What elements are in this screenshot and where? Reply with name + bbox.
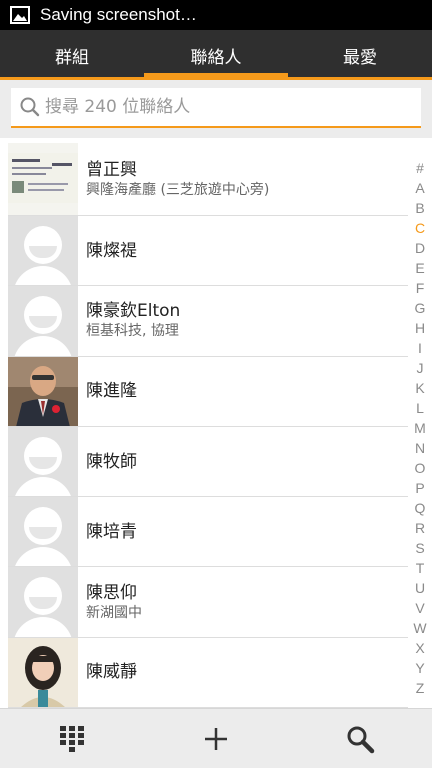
- search-icon: [20, 97, 40, 117]
- index-letter[interactable]: D: [415, 238, 425, 258]
- index-letter[interactable]: S: [415, 538, 424, 558]
- tab-contacts[interactable]: 聯絡人: [144, 30, 288, 80]
- index-letter[interactable]: H: [415, 318, 425, 338]
- tab-label: 群組: [55, 47, 89, 68]
- contact-row[interactable]: 陳燦禔: [8, 216, 408, 287]
- woman-photo: [8, 637, 78, 708]
- index-letter[interactable]: Q: [415, 498, 426, 518]
- tab-label: 最愛: [343, 47, 377, 68]
- index-letter[interactable]: V: [415, 598, 424, 618]
- index-letter[interactable]: E: [415, 258, 424, 278]
- contact-row[interactable]: 陳威靜: [8, 637, 408, 708]
- index-letter[interactable]: M: [414, 418, 426, 438]
- search-box[interactable]: [11, 88, 421, 128]
- index-letter[interactable]: T: [416, 558, 425, 578]
- contact-row[interactable]: 陳牧師: [8, 426, 408, 498]
- contact-row[interactable]: 曾正興 興隆海產廳 (三芝旅遊中心旁): [8, 143, 408, 216]
- index-letter[interactable]: P: [415, 478, 424, 498]
- person-body-icon: [13, 617, 73, 637]
- notification-text: Saving screenshot…: [40, 5, 197, 24]
- contact-subtitle: 興隆海產廳 (三芝旅遊中心旁): [86, 181, 270, 198]
- contact-row[interactable]: 陳思仰 新湖國中: [8, 567, 408, 638]
- tab-favorites[interactable]: 最愛: [288, 30, 432, 80]
- index-letter[interactable]: A: [415, 178, 424, 198]
- person-head-icon: [24, 577, 62, 616]
- contact-name: 陳進隆: [86, 381, 137, 402]
- person-body-icon: [13, 476, 73, 497]
- person-head-icon: [24, 507, 62, 546]
- business-card-avatar: [8, 143, 78, 215]
- index-letter[interactable]: B: [415, 198, 424, 218]
- dialpad-button[interactable]: [0, 709, 144, 768]
- status-bar: Saving screenshot…: [0, 0, 432, 30]
- index-letter[interactable]: G: [415, 298, 426, 318]
- add-icon: [205, 727, 227, 750]
- man-in-suit-photo: [8, 356, 78, 426]
- alphabet-index[interactable]: # A B C D E F G H I J K L M N O P Q R S …: [408, 158, 432, 698]
- contact-name: 陳牧師: [86, 451, 137, 472]
- index-letter-highlighted[interactable]: C: [415, 218, 425, 238]
- index-letter[interactable]: J: [417, 358, 424, 378]
- index-letter[interactable]: #: [416, 158, 424, 178]
- index-letter[interactable]: Z: [416, 678, 425, 698]
- index-letter[interactable]: O: [415, 458, 426, 478]
- index-letter[interactable]: Y: [415, 658, 424, 678]
- contact-name: 曾正興: [86, 159, 137, 180]
- contact-name: 陳豪欽Elton: [86, 301, 181, 322]
- bottom-action-bar: [0, 708, 432, 768]
- person-head-icon: [24, 226, 62, 264]
- image-icon: [10, 6, 30, 24]
- index-letter[interactable]: K: [415, 378, 424, 398]
- business-card-photo: [8, 153, 78, 203]
- add-contact-button[interactable]: [144, 709, 288, 768]
- person-head-icon: [24, 436, 62, 475]
- person-body-icon: [13, 266, 73, 286]
- search-input[interactable]: [45, 97, 405, 117]
- index-letter[interactable]: W: [413, 618, 426, 638]
- contact-subtitle: 桓基科技, 協理: [86, 323, 179, 340]
- person-head-icon: [24, 296, 62, 335]
- tab-bar: 群組 聯絡人 最愛: [0, 30, 432, 80]
- default-avatar: [8, 497, 78, 567]
- index-letter[interactable]: R: [415, 518, 425, 538]
- photo-avatar: [8, 356, 78, 426]
- index-letter[interactable]: X: [415, 638, 424, 658]
- contact-name: 陳培青: [86, 521, 137, 542]
- contact-list[interactable]: 曾正興 興隆海產廳 (三芝旅遊中心旁) 陳燦禔 陳豪欽Elton 桓基科技, 協…: [8, 143, 408, 708]
- search-icon: [347, 726, 375, 753]
- index-letter[interactable]: U: [415, 578, 425, 598]
- index-letter[interactable]: F: [416, 278, 425, 298]
- dialpad-icon: [60, 725, 84, 752]
- person-body-icon: [13, 336, 73, 356]
- photo-avatar: [8, 637, 78, 708]
- default-avatar: [8, 567, 78, 637]
- contact-name: 陳威靜: [86, 662, 137, 683]
- contact-name: 陳燦禔: [86, 240, 137, 261]
- default-avatar: [8, 426, 78, 497]
- search-area: [0, 80, 432, 138]
- search-button[interactable]: [288, 709, 432, 768]
- contact-row[interactable]: 陳進隆: [8, 356, 408, 427]
- default-avatar: [8, 216, 78, 286]
- index-letter[interactable]: N: [415, 438, 425, 458]
- index-letter[interactable]: I: [418, 338, 422, 358]
- default-avatar: [8, 286, 78, 356]
- person-body-icon: [13, 547, 73, 567]
- contact-name: 陳思仰: [86, 582, 137, 603]
- index-letter[interactable]: L: [416, 398, 424, 418]
- tab-label: 聯絡人: [190, 47, 242, 68]
- contact-row[interactable]: 陳豪欽Elton 桓基科技, 協理: [8, 286, 408, 357]
- contact-subtitle: 新湖國中: [86, 604, 142, 621]
- contact-row[interactable]: 陳培青: [8, 497, 408, 568]
- tab-groups[interactable]: 群組: [0, 30, 144, 80]
